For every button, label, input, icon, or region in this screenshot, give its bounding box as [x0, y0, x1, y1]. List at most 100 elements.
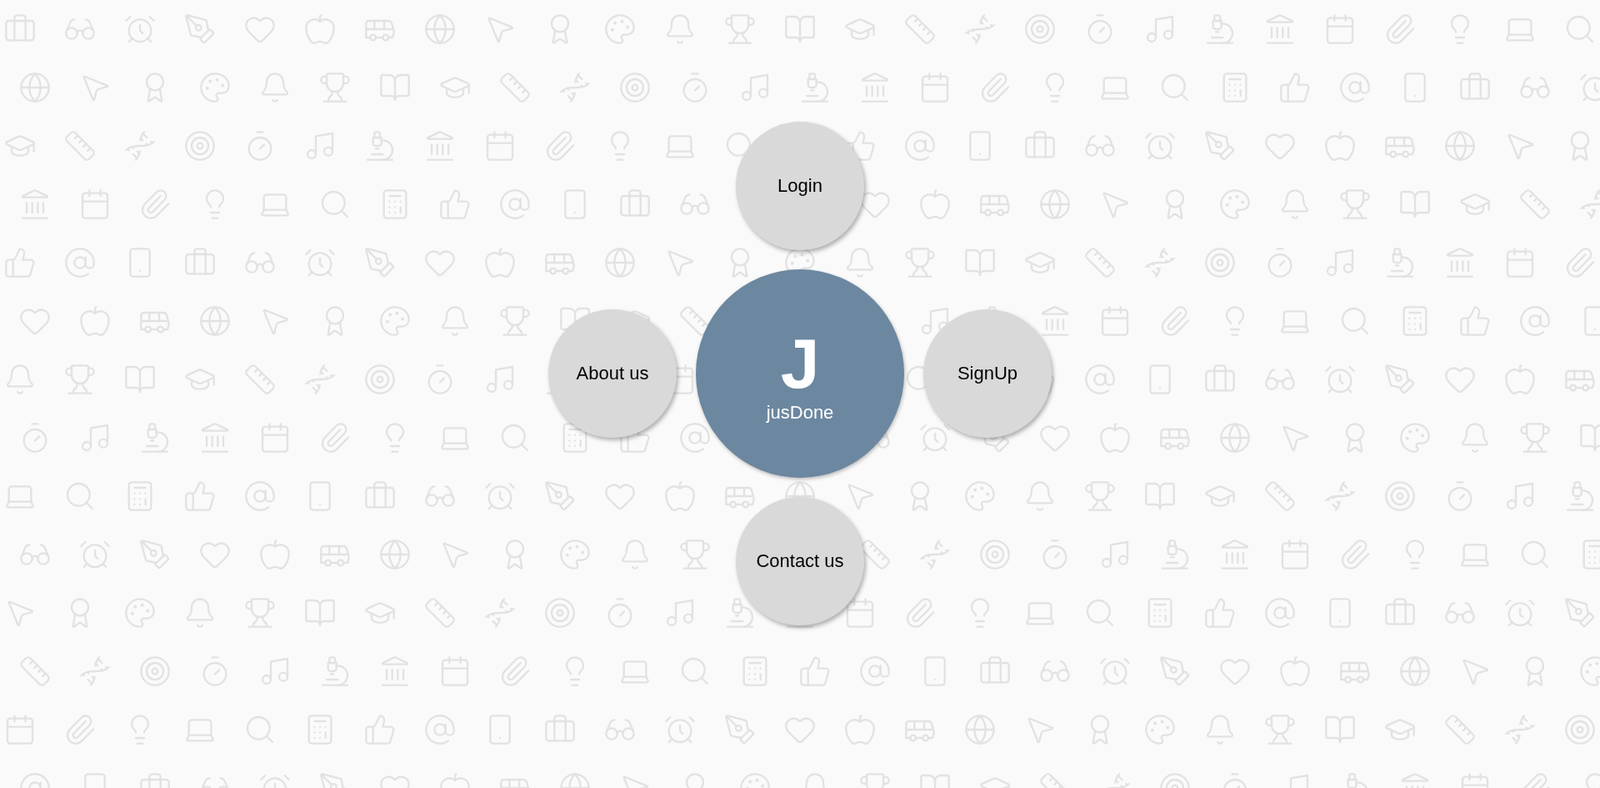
- calendar-icon: [1503, 245, 1537, 280]
- globe-icon: [378, 537, 412, 571]
- glasses-icon: [1038, 654, 1072, 688]
- globe-icon: [1038, 187, 1072, 221]
- music-icon: [483, 362, 517, 396]
- bus-icon: [1338, 654, 1372, 688]
- briefcase-icon: [543, 712, 577, 746]
- bus-icon: [363, 12, 397, 46]
- menu-button[interactable]: Login: [735, 121, 865, 250]
- bell-icon: [1278, 187, 1312, 221]
- book-icon: [1578, 420, 1600, 455]
- phone-icon: [483, 712, 517, 746]
- music-icon: [303, 129, 337, 163]
- thumbs-up-icon: [1278, 70, 1312, 105]
- paperclip-icon: [978, 70, 1012, 105]
- apple-icon: [78, 304, 112, 338]
- laptop-icon: [663, 129, 697, 163]
- cursor-icon: [1503, 129, 1537, 163]
- heart-icon: [243, 12, 277, 46]
- target-icon: [618, 70, 652, 105]
- bell-icon: [1023, 479, 1057, 513]
- lightbulb-icon: [558, 654, 592, 688]
- calculator-icon: [378, 187, 412, 221]
- lightbulb-icon: [123, 712, 157, 746]
- target-icon: [1203, 245, 1237, 280]
- heart-icon: [1263, 129, 1297, 163]
- laptop-icon: [1503, 12, 1537, 46]
- menu-button[interactable]: About us: [548, 309, 677, 438]
- paperclip-icon: [903, 595, 937, 630]
- music-icon: [258, 654, 292, 688]
- ruler-icon: [18, 654, 52, 688]
- lightbulb-icon: [1578, 770, 1600, 788]
- timer-icon: [1443, 479, 1477, 513]
- at-sign-icon: [678, 420, 712, 455]
- bus-icon: [978, 187, 1012, 221]
- menu-button[interactable]: SignUp: [923, 309, 1052, 438]
- globe-icon: [1398, 654, 1432, 688]
- graduation-cap-icon: [3, 129, 37, 163]
- cursor-icon: [1278, 420, 1312, 455]
- laptop-icon: [438, 420, 472, 455]
- certificate-icon: [723, 245, 757, 280]
- timer-icon: [1038, 537, 1072, 571]
- at-sign-icon: [1263, 595, 1297, 630]
- ruler-icon: [243, 362, 277, 396]
- certificate-icon: [903, 479, 937, 513]
- paperclip-icon: [1563, 245, 1597, 280]
- thumbs-up-icon: [3, 245, 37, 280]
- trophy-icon: [858, 770, 892, 788]
- alarm-clock-icon: [1323, 362, 1357, 396]
- apple-icon: [258, 537, 292, 571]
- timer-icon: [243, 129, 277, 163]
- book-icon: [918, 770, 952, 788]
- briefcase-icon: [1023, 129, 1057, 163]
- graduation-cap-icon: [183, 362, 217, 396]
- search-icon: [1158, 70, 1192, 105]
- target-icon: [1383, 479, 1417, 513]
- briefcase-icon: [1383, 595, 1417, 630]
- alarm-clock-icon: [1098, 654, 1132, 688]
- laptop-icon: [1023, 595, 1057, 630]
- landmark-icon: [1443, 245, 1477, 280]
- cursor-icon: [618, 770, 652, 788]
- search-icon: [1083, 595, 1117, 630]
- menu-button[interactable]: Contact us: [735, 496, 865, 625]
- bus-icon: [903, 712, 937, 746]
- ruler-icon: [63, 129, 97, 163]
- trophy-icon: [723, 12, 757, 46]
- laptop-icon: [1458, 537, 1492, 571]
- bell-icon: [618, 537, 652, 571]
- dna-icon: [1323, 479, 1357, 513]
- glasses-icon: [423, 479, 457, 513]
- target-icon: [363, 362, 397, 396]
- book-icon: [1143, 479, 1177, 513]
- glasses-icon: [18, 537, 52, 571]
- globe-icon: [198, 304, 232, 338]
- trophy-icon: [1263, 712, 1297, 746]
- globe-icon: [1443, 129, 1477, 163]
- globe-icon: [558, 770, 592, 788]
- cursor-icon: [483, 12, 517, 46]
- microscope-icon: [1158, 537, 1192, 571]
- page: JjusDoneLoginSignUpContact usAbout us: [0, 0, 1600, 788]
- cursor-icon: [663, 245, 697, 280]
- certificate-icon: [63, 595, 97, 630]
- brand-name: jusDone: [766, 401, 835, 424]
- laptop-icon: [258, 187, 292, 221]
- palette-icon: [738, 770, 772, 788]
- glasses-icon: [603, 712, 637, 746]
- heart-icon: [1218, 654, 1252, 688]
- ruler-icon: [1443, 712, 1477, 746]
- landmark-icon: [1038, 304, 1072, 338]
- thumbs-up-icon: [363, 712, 397, 746]
- palette-icon: [378, 304, 412, 338]
- ruler-icon: [1038, 770, 1072, 788]
- dna-icon: [1578, 187, 1600, 221]
- lightbulb-icon: [1443, 12, 1477, 46]
- microscope-icon: [1203, 12, 1237, 46]
- glasses-icon: [198, 770, 232, 788]
- calendar-icon: [3, 712, 37, 746]
- paperclip-icon: [543, 129, 577, 163]
- target-icon: [543, 595, 577, 630]
- lightbulb-icon: [963, 595, 997, 630]
